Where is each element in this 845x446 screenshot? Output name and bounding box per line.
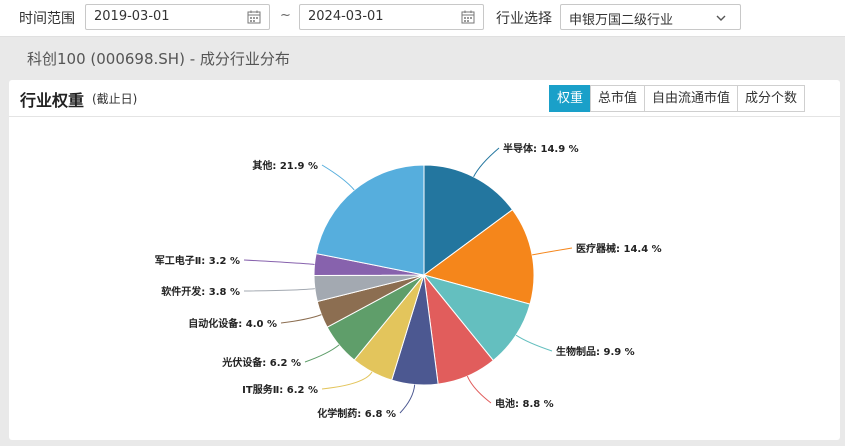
slice-label-4: 化学制药: 6.8 %	[317, 407, 396, 420]
leader-line-10	[321, 164, 355, 191]
slice-label-1: 医疗器械: 14.4 %	[576, 242, 662, 255]
industry-label: 行业选择	[496, 11, 552, 27]
leader-line-3	[466, 375, 492, 404]
end-date-input[interactable]: 2024-03-01	[299, 4, 484, 30]
calendar-icon[interactable]	[247, 10, 261, 24]
chevron-down-icon	[716, 15, 726, 21]
slice-label-3: 电池: 8.8 %	[495, 397, 554, 410]
calendar-icon[interactable]	[461, 10, 475, 24]
slice-label-9: 军工电子Ⅱ: 3.2 %	[155, 254, 240, 267]
slice-label-5: IT服务Ⅱ: 6.2 %	[242, 383, 318, 396]
leader-line-7	[280, 314, 322, 324]
leader-line-2	[515, 334, 553, 352]
leader-line-6	[304, 344, 340, 363]
time-range-label: 时间范围	[19, 11, 75, 27]
slice-label-6: 光伏设备: 6.2 %	[221, 356, 301, 369]
slice-label-7: 自动化设备: 4.0 %	[188, 317, 277, 330]
slice-label-8: 软件开发: 3.8 %	[161, 285, 240, 298]
slice-label-2: 生物制品: 9.9 %	[556, 345, 635, 358]
start-date-input[interactable]: 2019-03-01	[85, 4, 270, 30]
leader-line-5	[321, 371, 373, 390]
start-date-value: 2019-03-01	[94, 9, 170, 24]
page-title: 科创100 (000698.SH) - 成分行业分布	[27, 50, 290, 68]
slice-label-10: 其他: 21.9 %	[252, 159, 318, 172]
industry-select-value: 申银万国二级行业	[569, 13, 674, 28]
industry-pie-chart: 半导体: 14.9 % 医疗器械: 14.4 % 生物制品: 9.9 % 电池: 8.…	[155, 142, 662, 420]
leader-line-8	[243, 288, 315, 292]
industry-select[interactable]: 申银万国二级行业	[560, 4, 741, 30]
date-separator: ~	[280, 8, 291, 23]
leader-line-4	[399, 384, 416, 414]
leader-line-1	[532, 247, 573, 256]
filter-bar: 时间范围 2019-03-01 ~ 2024-03-01 行业选择 申银万国二级…	[0, 0, 845, 37]
leader-line-0	[473, 147, 500, 178]
slice-label-0: 半导体: 14.9 %	[503, 142, 579, 155]
end-date-value: 2024-03-01	[308, 9, 384, 24]
leader-line-9	[243, 259, 315, 265]
